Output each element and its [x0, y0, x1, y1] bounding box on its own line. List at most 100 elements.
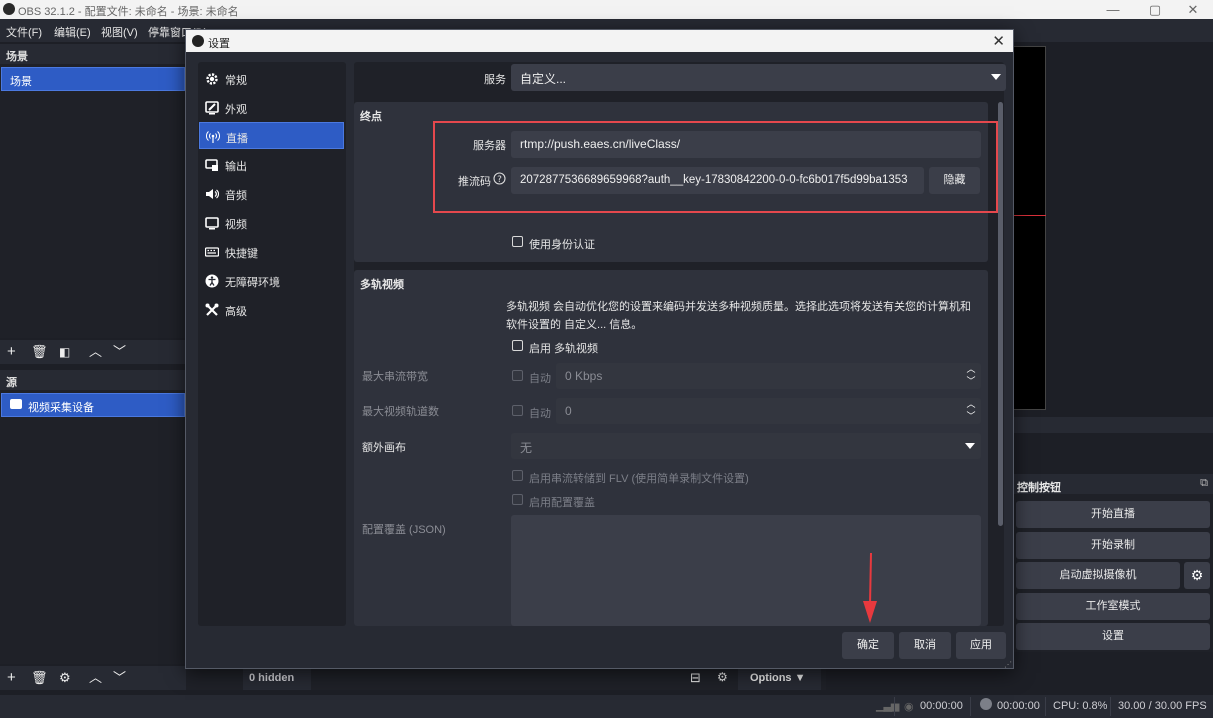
source-item[interactable]: 视频采集设备 [1, 393, 185, 417]
menu-view[interactable]: 视图(V) [101, 24, 138, 40]
extra-canvas-select[interactable]: 无 [511, 433, 981, 459]
undock-icon[interactable]: ⧉ [1200, 477, 1208, 490]
menu-file[interactable]: 文件(F) [6, 24, 42, 40]
settings-nav: 常规 外观 直播 输出 音频 视频 快捷键 无障碍环境 高级 [198, 62, 346, 626]
close-window-icon[interactable]: ✕ [1179, 1, 1207, 18]
obs-logo-icon [192, 35, 204, 47]
sources-list: 视频采集设备 [0, 390, 186, 664]
add-source-icon[interactable]: + [7, 668, 16, 688]
obs-logo-icon [3, 3, 15, 15]
cpu-usage: CPU: 0.8% [1053, 700, 1108, 712]
mixer-bar: 0 hidden ⊟ ⚙ Options ▼ [186, 666, 826, 690]
resize-grip-icon[interactable]: ⋰ [1004, 660, 1012, 669]
output-icon [205, 159, 218, 171]
override-json-textarea[interactable] [511, 515, 981, 626]
main-window-title: OBS 32.1.2 - 配置文件: 未命名 - 场景: 未命名 [18, 6, 239, 18]
source-item-label: 视频采集设备 [28, 402, 94, 414]
auto-bandwidth-label: 自动 [529, 373, 551, 385]
nav-appearance[interactable]: 外观 [199, 94, 344, 121]
move-down-icon[interactable]: ﹀ [113, 342, 126, 362]
tools-icon [205, 303, 219, 316]
broadcast-icon [206, 131, 220, 143]
highlight-box [433, 121, 998, 213]
nav-audio[interactable]: 音频 [199, 180, 344, 207]
start-recording-button[interactable]: 开始录制 [1016, 532, 1210, 559]
bandwidth-spinner-icon[interactable]: ︿ ﹀ [961, 363, 981, 389]
network-signal-icon: ▁▃▅ [876, 700, 899, 712]
max-bandwidth-input[interactable]: 0 Kbps [556, 363, 981, 389]
auto-bandwidth-checkbox[interactable] [512, 370, 523, 381]
add-scene-icon[interactable]: + [7, 342, 16, 362]
preview-divider [1013, 417, 1213, 433]
monitor-icon [205, 217, 219, 230]
enable-multitrack-checkbox[interactable] [512, 340, 523, 351]
scene-filters-icon[interactable]: ◧ [59, 342, 70, 362]
max-bandwidth-label: 最大串流带宽 [362, 371, 428, 383]
status-bar: ▁▃▅ ◉ 00:00:00 00:00:00 CPU: 0.8% 30.00 … [0, 695, 1213, 718]
start-virtual-camera-button[interactable]: 启动虚拟摄像机 [1016, 562, 1180, 589]
settings-titlebar: 设置 ✕ [186, 30, 1013, 52]
nav-accessibility[interactable]: 无障碍环境 [199, 267, 344, 294]
tracks-spinner-icon[interactable]: ︿ ﹀ [961, 398, 981, 424]
config-override-checkbox[interactable] [512, 494, 523, 505]
advanced-audio-icon[interactable]: ⚙ [717, 670, 728, 684]
service-select[interactable]: 自定义... [511, 64, 1006, 91]
gear-icon [206, 73, 218, 85]
layout-icon[interactable]: ⊟ [690, 670, 701, 686]
start-streaming-button[interactable]: 开始直播 [1016, 501, 1210, 528]
controls-title: 控制按钮 [1017, 482, 1061, 494]
multitrack-desc-2: 软件设置的 自定义... 信息。 [506, 319, 643, 331]
nav-advanced[interactable]: 高级 [199, 296, 344, 323]
scenes-panel-title: 场景 [0, 44, 186, 64]
studio-mode-button[interactable]: 工作室模式 [1016, 593, 1210, 620]
move-up-icon[interactable]: ︿ [89, 342, 102, 362]
settings-dialog: 设置 ✕ 常规 外观 直播 输出 音频 视频 快捷键 无障碍环境 高级 服务 自… [185, 29, 1014, 669]
minimize-icon[interactable]: — [1099, 1, 1127, 18]
controls-header: 控制按钮 ⧉ [1013, 474, 1213, 494]
config-override-label: 启用配置覆盖 [529, 497, 595, 509]
auto-tracks-label: 自动 [529, 408, 551, 420]
nav-video[interactable]: 视频 [199, 209, 344, 236]
record-status-icon [980, 698, 992, 710]
close-dialog-icon[interactable]: ✕ [992, 32, 1005, 50]
max-tracks-input[interactable]: 0 [556, 398, 981, 424]
cancel-button[interactable]: 取消 [899, 632, 951, 659]
multitrack-desc-1: 多轨视频 会自动优化您的设置来编码并发送多种视频质量。选择此选项将发送有关您的计… [506, 301, 972, 313]
main-titlebar: OBS 32.1.2 - 配置文件: 未命名 - 场景: 未命名 — ▢ ✕ [0, 0, 1213, 19]
endpoint-title: 终点 [360, 111, 382, 123]
nav-general[interactable]: 常规 [199, 65, 344, 92]
use-auth-label: 使用身份认证 [529, 239, 595, 251]
hidden-count: 0 hidden [243, 666, 311, 690]
stream-timer: 00:00:00 [920, 700, 963, 712]
settings-button[interactable]: 设置 [1016, 623, 1210, 650]
nav-stream[interactable]: 直播 [199, 122, 344, 149]
mixer-options-button[interactable]: Options ▼ [738, 666, 821, 690]
preview-canvas[interactable] [1013, 46, 1047, 410]
auto-tracks-checkbox[interactable] [512, 405, 523, 416]
audio-level-line [1014, 215, 1047, 216]
apply-button[interactable]: 应用 [956, 632, 1006, 659]
flv-dump-checkbox[interactable] [512, 470, 523, 481]
maximize-icon[interactable]: ▢ [1141, 1, 1169, 18]
source-up-icon[interactable]: ︿ [89, 668, 102, 688]
remove-source-icon[interactable]: 🗑 [31, 668, 48, 688]
use-auth-checkbox[interactable] [512, 236, 523, 247]
appearance-icon [205, 101, 219, 115]
red-arrow-annotation [863, 553, 877, 623]
source-down-icon[interactable]: ﹀ [113, 668, 126, 688]
nav-output[interactable]: 输出 [199, 151, 344, 178]
multitrack-title: 多轨视频 [360, 279, 404, 291]
scene-item[interactable]: 场景 [1, 67, 185, 91]
override-json-label: 配置覆盖 (JSON) [362, 524, 446, 536]
enable-multitrack-label: 启用 多轨视频 [529, 343, 599, 355]
ok-button[interactable]: 确定 [842, 632, 894, 659]
nav-hotkeys[interactable]: 快捷键 [199, 238, 344, 265]
menu-edit[interactable]: 编辑(E) [54, 24, 91, 40]
preview-background [1046, 46, 1213, 416]
source-properties-icon[interactable]: ⚙ [59, 668, 71, 688]
virtual-camera-settings-icon[interactable]: ⚙ [1184, 562, 1210, 589]
scenes-list: 场景 [0, 64, 186, 338]
settings-scrollbar[interactable] [998, 102, 1003, 526]
camera-icon [10, 399, 22, 409]
remove-scene-icon[interactable]: 🗑 [31, 342, 48, 362]
